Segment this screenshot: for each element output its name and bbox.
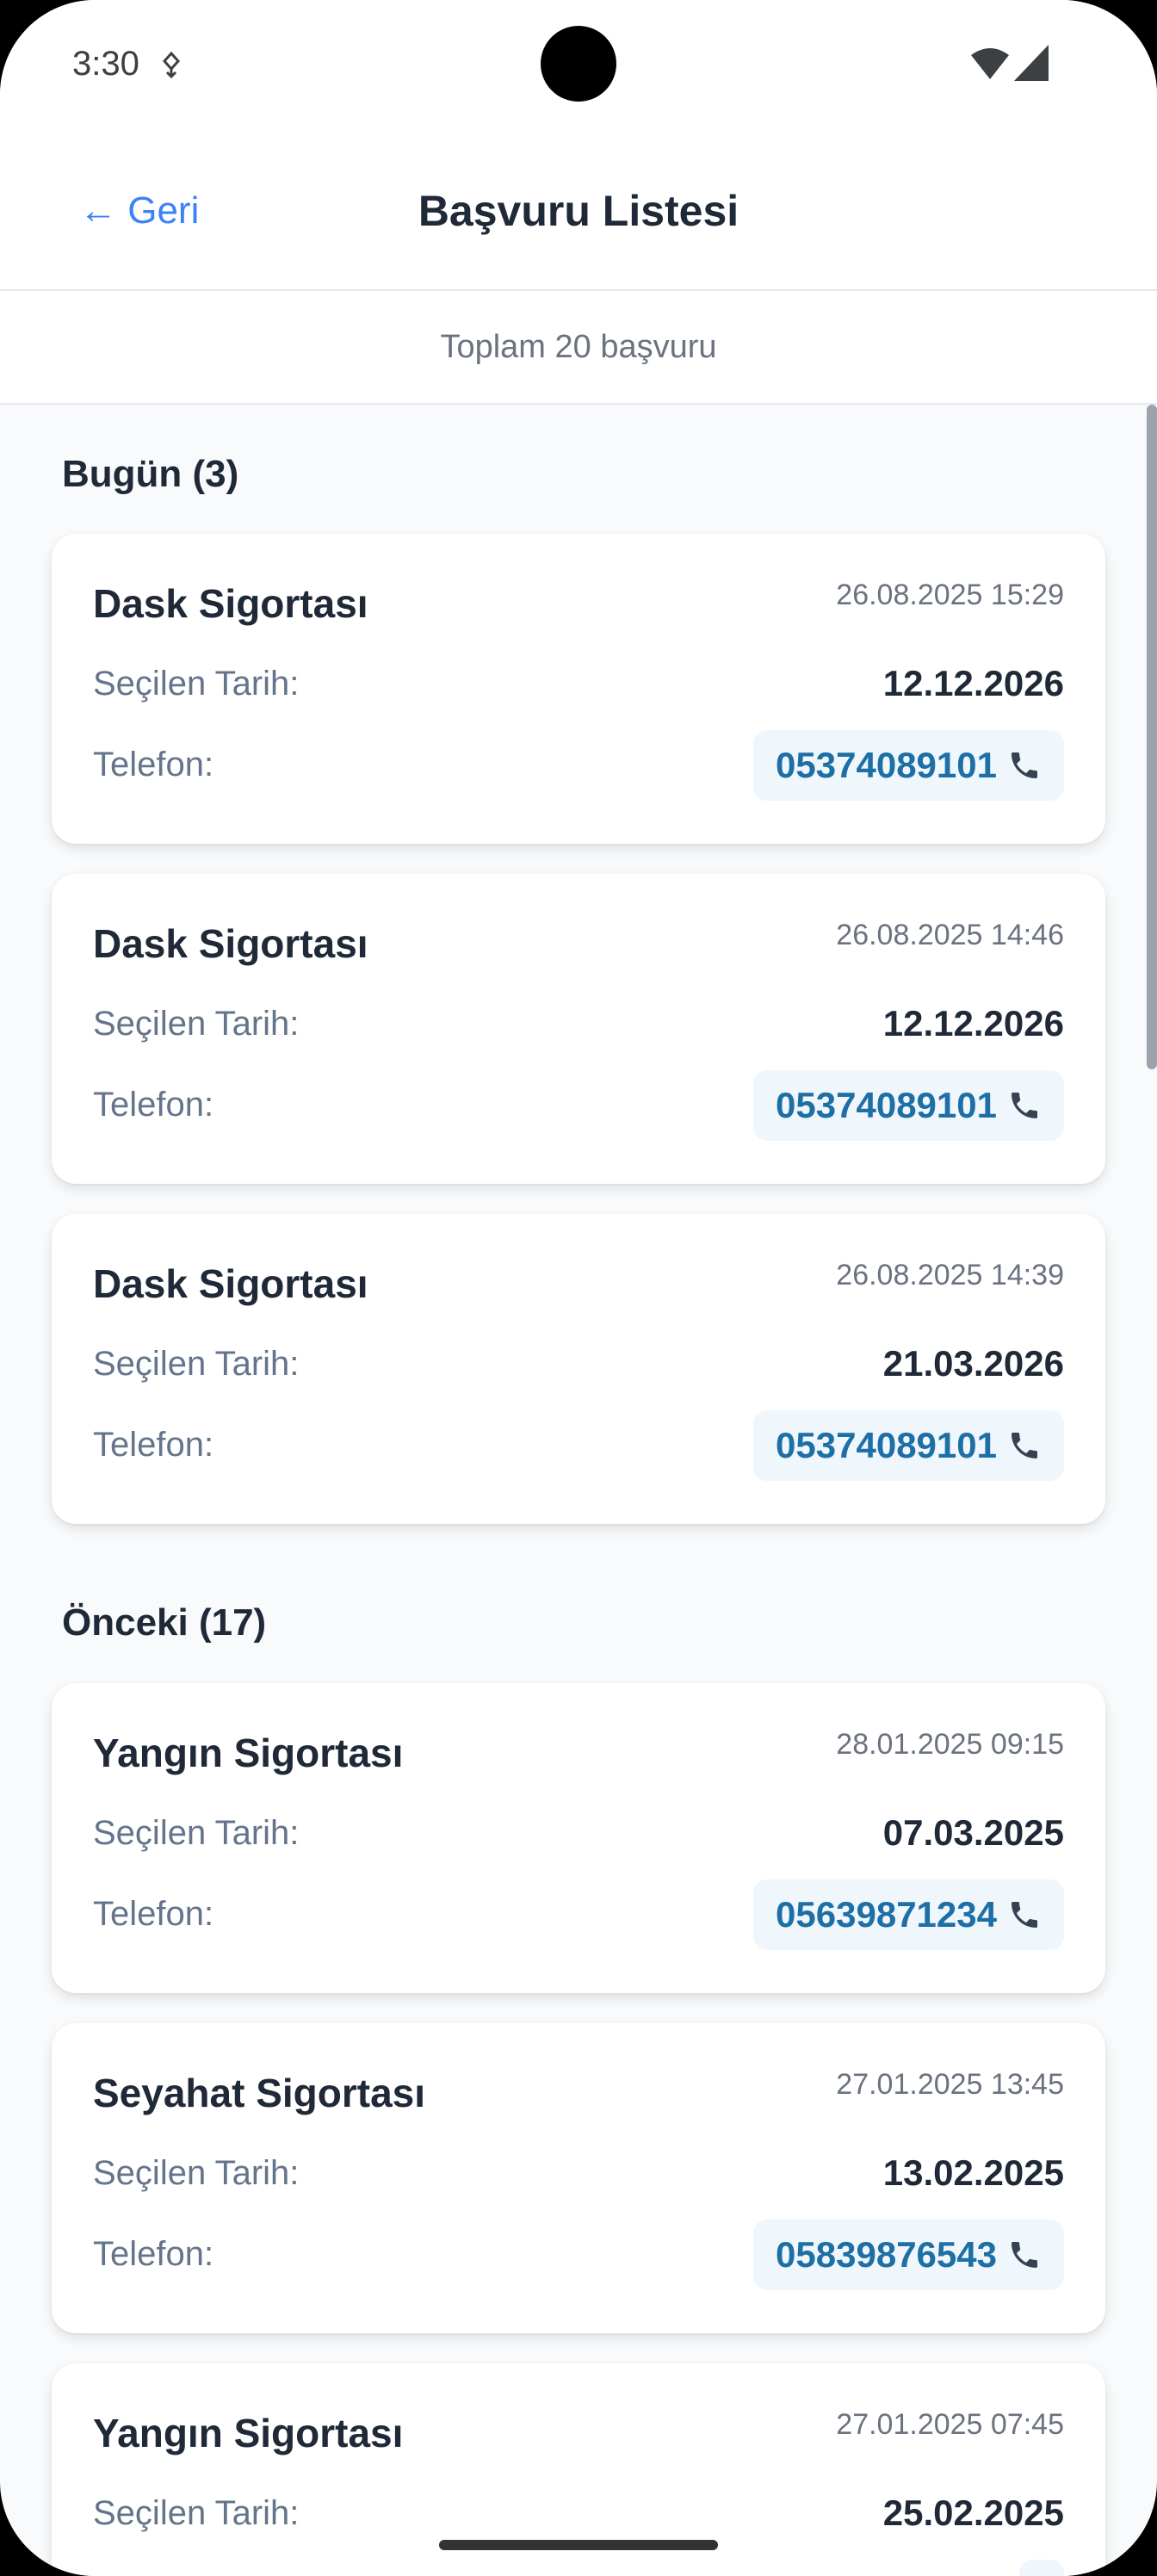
camera-cutout	[541, 26, 616, 102]
phone-icon	[1012, 1093, 1037, 1118]
selected-date-label: Seçilen Tarih:	[93, 1345, 300, 1383]
phone-icon	[1012, 1433, 1037, 1458]
phone-label: Telefon:	[93, 1426, 214, 1464]
app-header: ← Geri Başvuru Listesi	[0, 129, 1157, 291]
application-card[interactable]: Seyahat Sigortası 27.01.2025 13:45 Seçil…	[52, 2023, 1105, 2333]
status-time: 3:30	[72, 45, 139, 83]
sync-icon	[162, 51, 181, 79]
card-title: Dask Sigortası	[93, 1261, 368, 1306]
scrollbar[interactable]	[1147, 405, 1157, 1069]
phone-number: 05374089101	[776, 745, 997, 785]
selected-date-value: 25.02.2025	[882, 2492, 1064, 2533]
section-title-today: Bugün (3)	[62, 453, 239, 495]
application-card[interactable]: Dask Sigortası 26.08.2025 14:46 Seçilen …	[52, 874, 1105, 1184]
phone-call-button[interactable]	[1019, 2560, 1064, 2576]
phone-call-button[interactable]: 05374089101	[753, 730, 1064, 801]
application-card[interactable]: Yangın Sigortası 28.01.2025 09:15 Seçile…	[52, 1683, 1105, 1993]
selected-date-value: 12.12.2026	[882, 1003, 1064, 1043]
phone-label: Telefon:	[93, 1895, 214, 1933]
phone-call-button[interactable]: 05374089101	[753, 1410, 1064, 1481]
app-screen: 3:30 ← Geri Başvuru Listesi Toplam 20 ba…	[0, 0, 1157, 2576]
phone-number: 05374089101	[776, 1425, 997, 1465]
signal-icon	[1014, 45, 1049, 81]
selected-date-value: 13.02.2025	[882, 2152, 1064, 2193]
card-created-date: 27.01.2025 13:45	[836, 2068, 1064, 2101]
phone-label: Telefon:	[93, 1086, 214, 1124]
selected-date-value: 07.03.2025	[882, 1812, 1064, 1853]
status-bar: 3:30	[0, 0, 1157, 129]
selected-date-label: Seçilen Tarih:	[93, 665, 300, 703]
phone-icon	[1012, 2242, 1037, 2268]
phone-number: 05839876543	[776, 2234, 997, 2275]
selected-date-value: 21.03.2026	[882, 1343, 1064, 1384]
card-title: Dask Sigortası	[93, 921, 368, 966]
card-created-date: 28.01.2025 09:15	[836, 1728, 1064, 1761]
application-card[interactable]: Dask Sigortası 26.08.2025 15:29 Seçilen …	[52, 534, 1105, 844]
phone-call-button[interactable]: 05839876543	[753, 2220, 1064, 2290]
phone-icon	[1012, 752, 1037, 778]
card-created-date: 26.08.2025 14:39	[836, 1259, 1064, 1291]
section-title-previous: Önceki (17)	[62, 1601, 267, 1644]
selected-date-value: 12.12.2026	[882, 663, 1064, 703]
card-created-date: 26.08.2025 15:29	[836, 579, 1064, 611]
phone-number: 05374089101	[776, 1085, 997, 1125]
page-title: Başvuru Listesi	[418, 187, 739, 235]
selected-date-label: Seçilen Tarih:	[93, 2154, 300, 2192]
phone-label: Telefon:	[93, 746, 214, 783]
application-list[interactable]: Bugün (3) Dask Sigortası 26.08.2025 15:2…	[0, 405, 1157, 2576]
selected-date-label: Seçilen Tarih:	[93, 1005, 300, 1043]
phone-icon	[1012, 1902, 1037, 1928]
card-created-date: 26.08.2025 14:46	[836, 919, 1064, 951]
card-created-date: 27.01.2025 07:45	[836, 2408, 1064, 2441]
wifi-icon	[971, 48, 1009, 79]
phone-call-button[interactable]: 05374089101	[753, 1070, 1064, 1141]
home-indicator[interactable]	[439, 2540, 718, 2550]
selected-date-label: Seçilen Tarih:	[93, 2494, 300, 2532]
card-title: Dask Sigortası	[93, 581, 368, 626]
phone-label: Telefon:	[93, 2235, 214, 2273]
applications-count: Toplam 20 başvuru	[0, 291, 1157, 405]
application-card[interactable]: Dask Sigortası 26.08.2025 14:39 Seçilen …	[52, 1214, 1105, 1524]
card-title: Yangın Sigortası	[93, 2411, 404, 2455]
phone-call-button[interactable]: 05639871234	[753, 1879, 1064, 1950]
card-title: Seyahat Sigortası	[93, 2071, 426, 2115]
phone-number: 05639871234	[776, 1894, 997, 1935]
card-title: Yangın Sigortası	[93, 1731, 404, 1775]
selected-date-label: Seçilen Tarih:	[93, 1814, 300, 1852]
